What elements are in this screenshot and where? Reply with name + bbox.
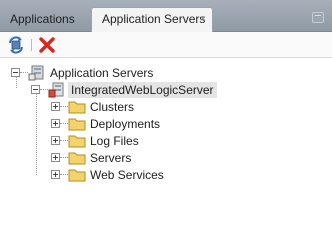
tree-node-label: Servers: [90, 150, 132, 165]
tree-node-label: IntegratedWebLogicServer: [68, 81, 217, 98]
expand-icon[interactable]: [51, 136, 60, 145]
toolbar-separator: [31, 39, 32, 51]
tree-node-label: Log Files: [90, 133, 139, 148]
tree-node-label: Web Services: [90, 167, 164, 182]
tree-connector: [60, 174, 68, 175]
tree-connector: [60, 157, 68, 158]
tree-node-web-services[interactable]: Web Services: [51, 166, 164, 183]
folder-icon: [68, 118, 86, 130]
folder-icon: [68, 135, 86, 147]
folder-icon: [68, 152, 86, 164]
toolbar: [0, 32, 332, 58]
tree-node-deployments[interactable]: Deployments: [51, 115, 160, 132]
tree-node-label: Application Servers: [50, 65, 154, 80]
tab-application-servers-label: Application Servers: [102, 12, 206, 26]
tree-connector: [60, 106, 68, 107]
expand-icon[interactable]: [51, 102, 60, 111]
collapse-icon[interactable]: [11, 68, 20, 77]
folder-icon: [68, 101, 86, 113]
tree-connector: [60, 140, 68, 141]
tree-node-label: Deployments: [90, 116, 161, 131]
tab-bar: Applications Application Servers ×: [0, 0, 332, 33]
expand-icon[interactable]: [51, 153, 60, 162]
expand-icon[interactable]: [51, 119, 60, 128]
tree-connector: [40, 89, 48, 90]
tree-connector: [20, 72, 28, 73]
tree-node-label: Clusters: [90, 99, 135, 114]
tab-applications[interactable]: Applications: [0, 8, 88, 32]
tree-connector: [36, 93, 37, 175]
server-tree: Application Servers IntegratedWebLogicSe…: [0, 58, 332, 212]
tree-node-log-files[interactable]: Log Files: [51, 132, 139, 149]
minimize-icon[interactable]: [312, 12, 324, 23]
tree-node-servers[interactable]: Servers: [51, 149, 131, 166]
expand-icon[interactable]: [51, 170, 60, 179]
folder-icon: [68, 169, 86, 181]
tab-application-servers[interactable]: Application Servers ×: [91, 7, 213, 33]
tree-node-application-servers[interactable]: Application Servers: [11, 64, 153, 81]
delete-icon[interactable]: [38, 36, 56, 54]
collapse-icon[interactable]: [31, 85, 40, 94]
server-icon: [28, 65, 44, 80]
refresh-icon[interactable]: [7, 36, 25, 54]
weblogic-server-icon: [48, 82, 64, 97]
tree-node-integrated-weblogic-server[interactable]: IntegratedWebLogicServer: [31, 81, 217, 98]
tree-node-clusters[interactable]: Clusters: [51, 98, 134, 115]
close-icon[interactable]: ×: [200, 8, 206, 30]
tab-applications-label: Applications: [10, 12, 75, 26]
tree-connector: [60, 123, 68, 124]
